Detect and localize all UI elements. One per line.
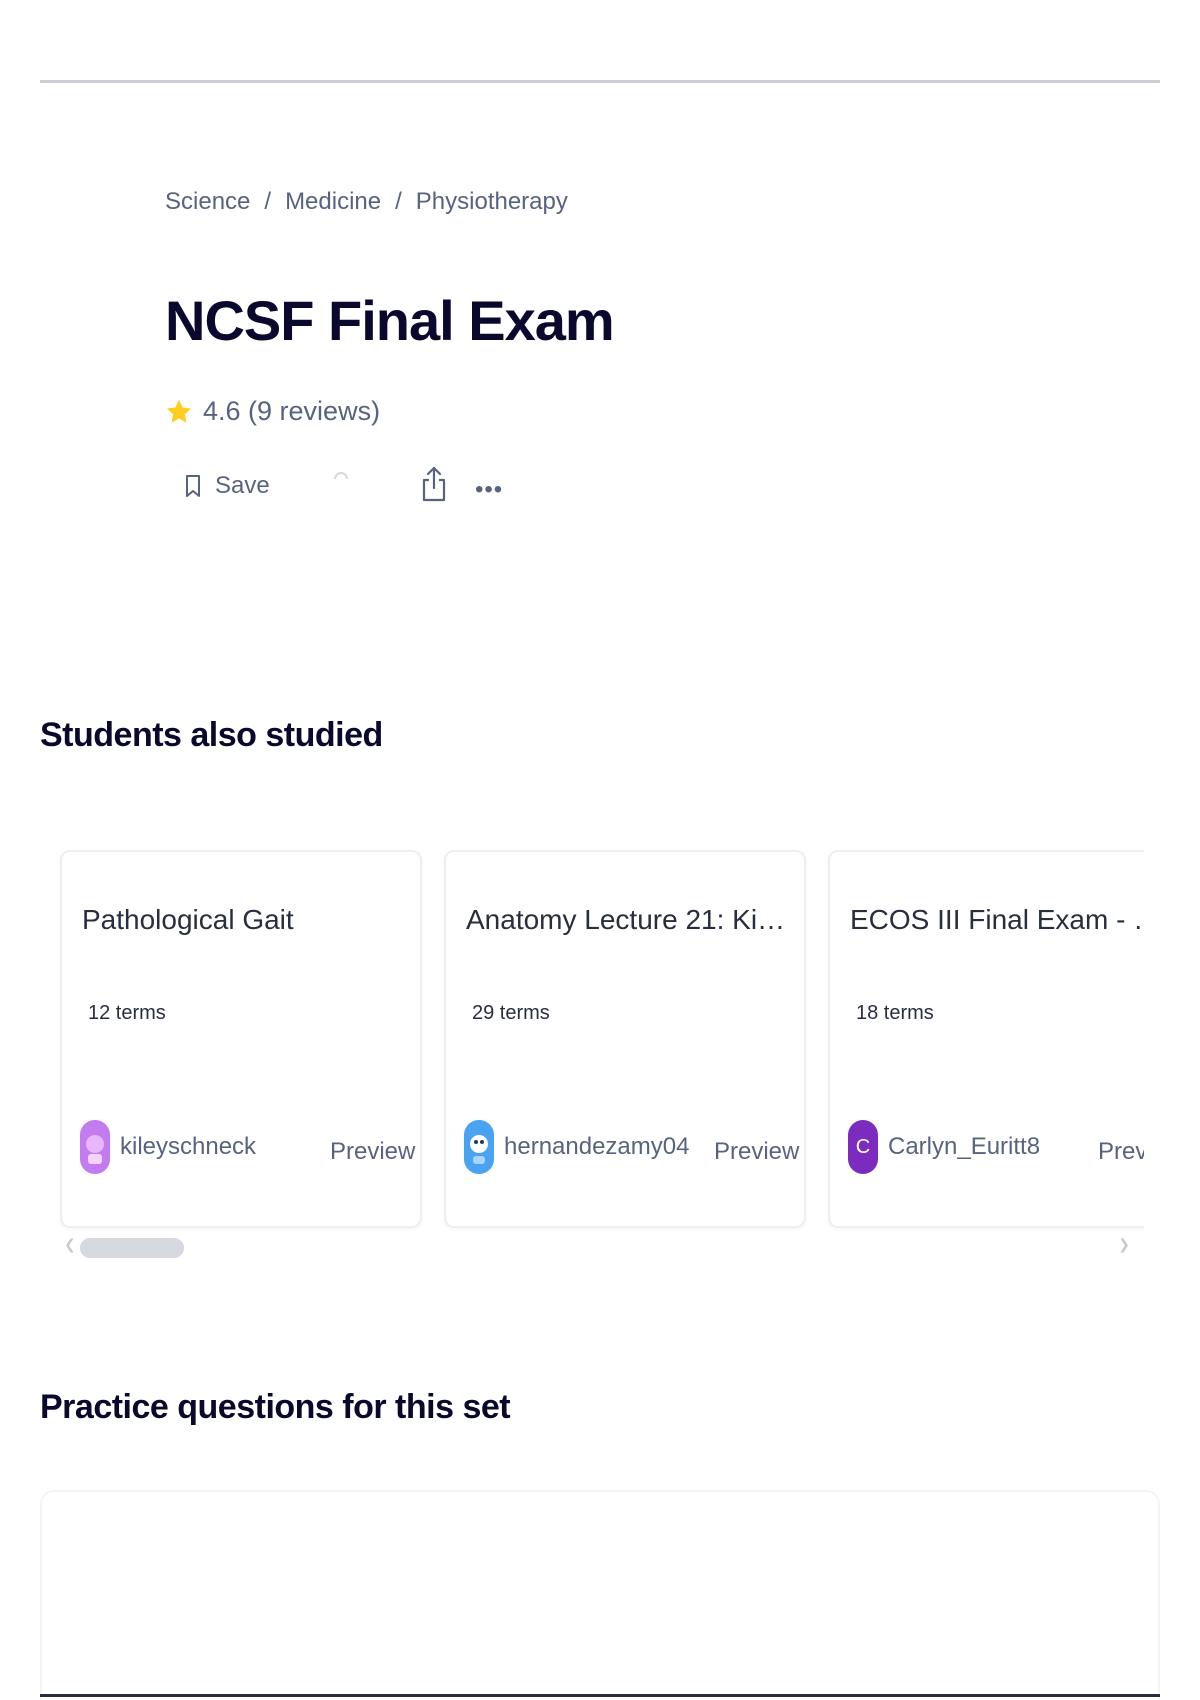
card-author[interactable]: hernandezamy04 <box>464 1120 689 1174</box>
card-terms: 12 terms <box>88 1002 166 1024</box>
rating-text: 4.6 (9 reviews) <box>203 396 381 426</box>
author-name: kileyschneck <box>120 1133 257 1160</box>
breadcrumb: Science / Medicine / Physiotherapy <box>165 188 568 216</box>
breadcrumb-physiotherapy[interactable]: Physiotherapy <box>416 188 568 216</box>
study-set-card[interactable]: ECOS III Final Exam - Cervical HVLA 18 t… <box>828 850 1144 1228</box>
avatar-icon <box>80 1120 110 1174</box>
card-author[interactable]: kileyschneck <box>80 1120 256 1174</box>
author-name: Carlyn_Euritt8 <box>888 1133 1041 1160</box>
bottom-divider <box>40 1694 1160 1697</box>
breadcrumb-medicine[interactable]: Medicine <box>285 188 381 216</box>
preview-button[interactable]: Preview <box>330 1138 415 1166</box>
card-terms: 29 terms <box>472 1002 550 1024</box>
study-set-card[interactable]: Pathological Gait 12 terms kileyschneck … <box>60 850 422 1228</box>
card-title: Anatomy Lecture 21: Kinesiology Ha... <box>466 904 796 935</box>
practice-questions-heading: Practice questions for this set <box>40 1388 511 1426</box>
study-sets-carousel[interactable]: Pathological Gait 12 terms kileyschneck … <box>40 840 1144 1240</box>
practice-questions-panel <box>40 1490 1160 1700</box>
avatar: C <box>848 1120 878 1174</box>
star-icon <box>166 399 192 423</box>
save-label: Save <box>215 472 270 499</box>
page-title: NCSF Final Exam <box>165 289 615 352</box>
preview-button[interactable]: Preview <box>714 1138 799 1166</box>
study-set-card[interactable]: Anatomy Lecture 21: Kinesiology Ha... 29… <box>444 850 806 1228</box>
bookmark-icon <box>186 475 200 497</box>
avatar <box>464 1120 494 1174</box>
action-bar: Save ••• <box>185 466 515 510</box>
more-options-button[interactable]: ••• <box>475 476 503 504</box>
rating[interactable]: 4.6 (9 reviews) <box>165 396 380 427</box>
breadcrumb-separator: / <box>264 188 272 215</box>
scroll-right-arrow-icon[interactable]: ❯ <box>1118 1236 1130 1253</box>
scroll-left-arrow-icon[interactable]: ❮ <box>64 1236 76 1253</box>
card-terms: 18 terms <box>856 1002 934 1024</box>
save-button[interactable]: Save <box>185 472 270 500</box>
breadcrumb-science[interactable]: Science <box>165 188 250 216</box>
carousel-scrollbar[interactable]: ❮ ❯ <box>60 1234 1140 1258</box>
avatar-icon <box>464 1120 494 1174</box>
avatar <box>80 1120 110 1174</box>
card-title: Pathological Gait <box>82 904 294 935</box>
breadcrumb-separator: / <box>395 188 402 215</box>
top-divider <box>40 80 1160 83</box>
avatar-letter: C <box>855 1135 871 1158</box>
loading-spinner-icon <box>334 472 348 480</box>
author-name: hernandezamy04 <box>504 1133 690 1160</box>
share-icon[interactable] <box>421 464 447 504</box>
students-also-studied-heading: Students also studied <box>40 716 383 754</box>
card-title: ECOS III Final Exam - Cervical HVLA <box>850 904 1144 935</box>
scrollbar-thumb[interactable] <box>80 1238 184 1258</box>
card-author[interactable]: C Carlyn_Euritt8 <box>848 1120 1040 1174</box>
preview-button[interactable]: Preview <box>1098 1138 1144 1166</box>
